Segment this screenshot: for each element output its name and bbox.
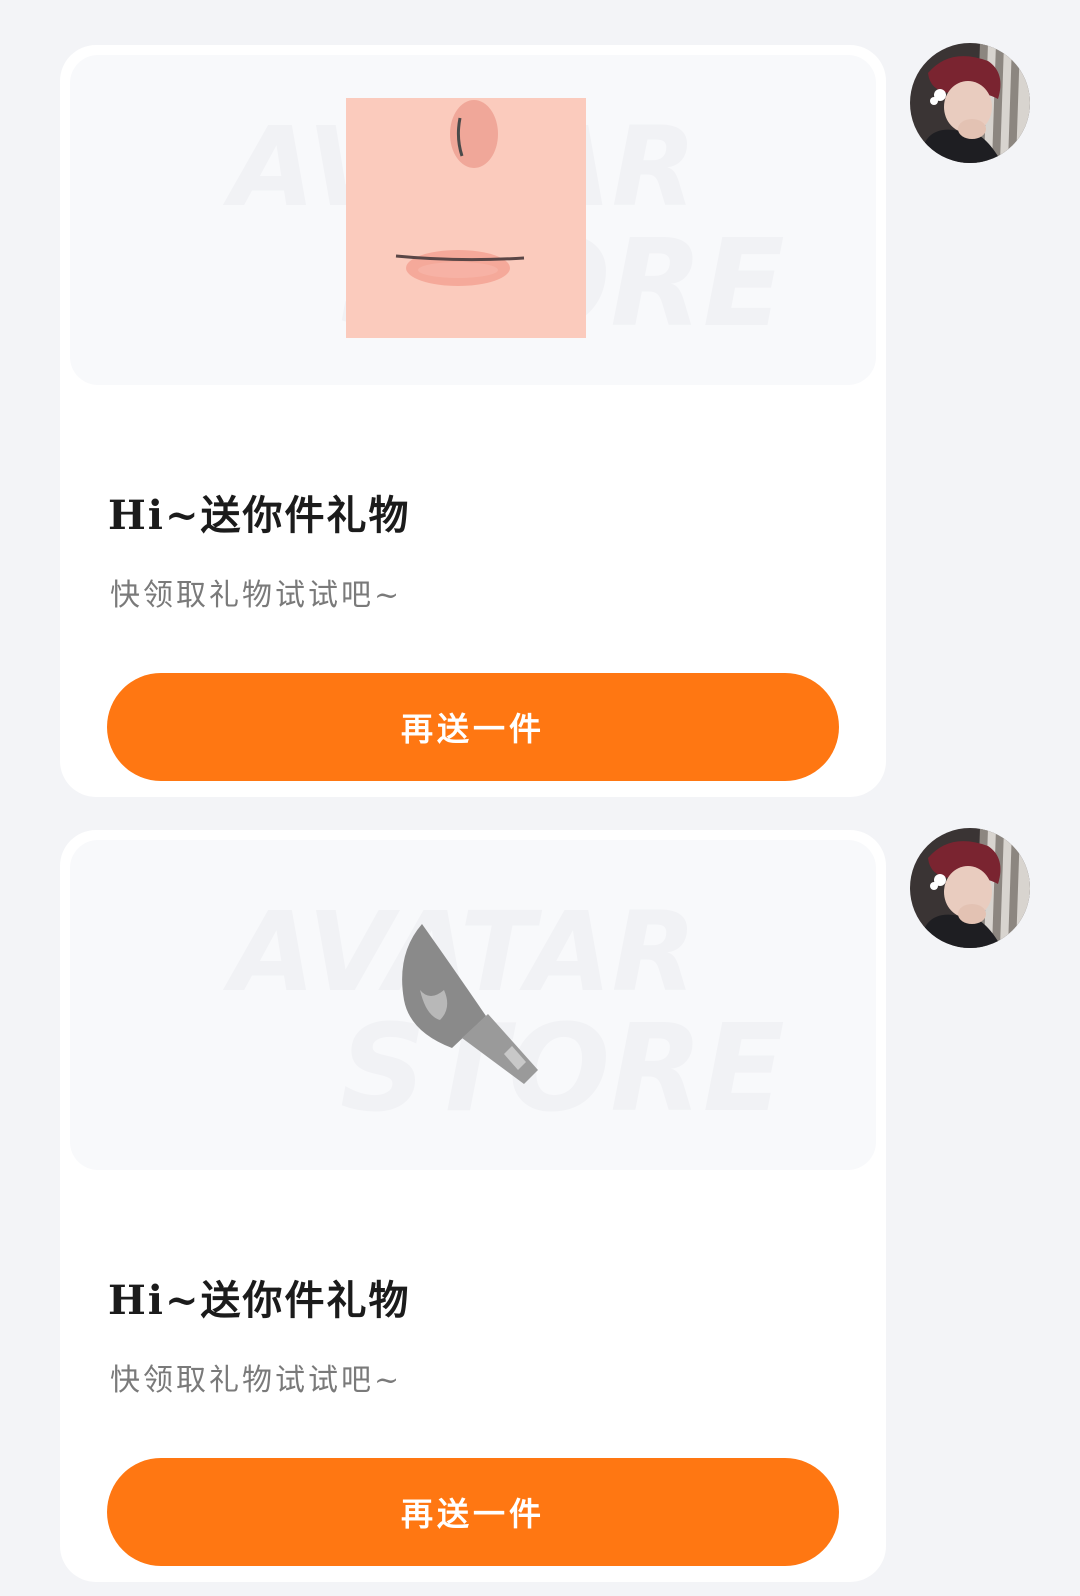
gift-card: AVATAR STORE Hi~送你件礼物 快领取礼物试试吧~ 再送一件 — [60, 45, 886, 797]
gift-title: Hi~送你件礼物 — [108, 1277, 411, 1324]
send-another-button[interactable]: 再送一件 — [107, 1458, 839, 1566]
avatar-image — [910, 43, 1030, 163]
gift-card: AVATAR STORE Hi~送你件礼物 快领取礼物试试吧~ 再送一件 — [60, 830, 886, 1582]
face-makeup-icon — [346, 98, 586, 338]
cleaver-knife-icon — [402, 924, 538, 1084]
gift-subtitle: 快领取礼物试试吧~ — [110, 578, 403, 613]
avatar[interactable] — [910, 43, 1030, 163]
avatar-image — [910, 828, 1030, 948]
gift-item-preview[interactable]: AVATAR STORE — [70, 840, 876, 1170]
send-another-button[interactable]: 再送一件 — [107, 673, 839, 781]
gift-title: Hi~送你件礼物 — [108, 492, 411, 539]
gift-item-preview[interactable]: AVATAR STORE — [70, 55, 876, 385]
avatar[interactable] — [910, 828, 1030, 948]
gift-subtitle: 快领取礼物试试吧~ — [110, 1363, 403, 1398]
